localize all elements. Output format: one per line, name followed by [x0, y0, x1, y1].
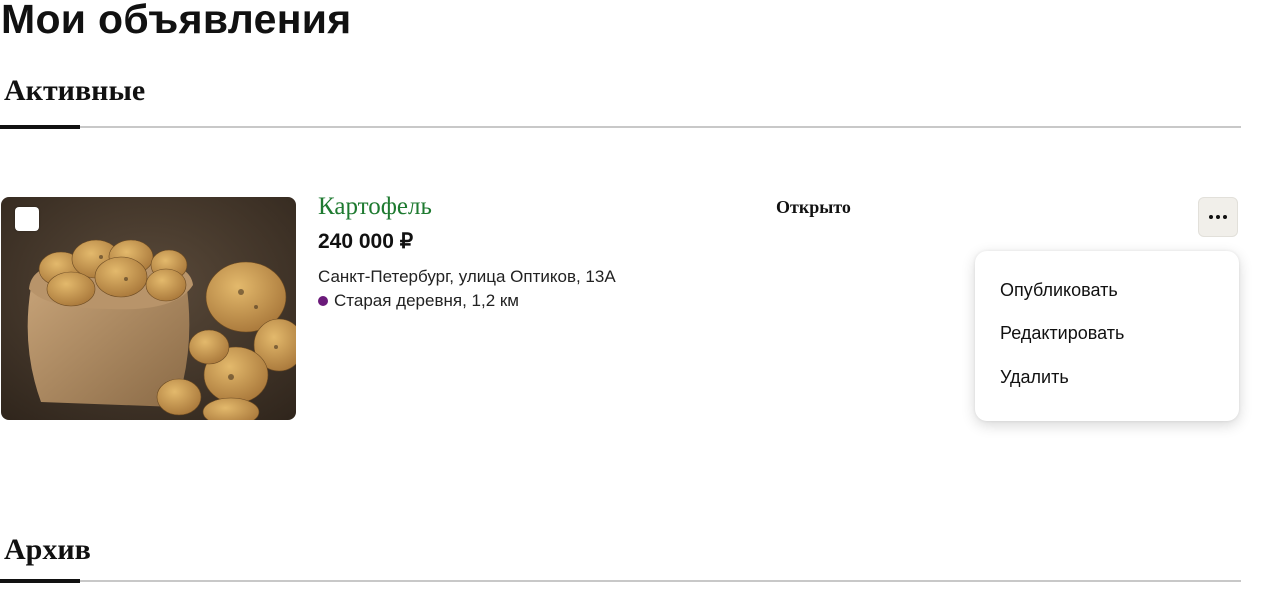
archive-tab-indicator: [0, 579, 80, 583]
menu-item-publish[interactable]: Опубликовать: [1000, 280, 1118, 301]
listing-price: 240 000 ₽: [318, 230, 414, 253]
listing-status: Открыто: [776, 197, 851, 217]
active-tab-indicator: [0, 125, 80, 129]
more-dots-icon-dot-3: [1223, 215, 1227, 219]
metro-station-text: Старая деревня, 1,2 км: [334, 291, 519, 310]
listing-metro: Старая деревня, 1,2 км: [318, 291, 519, 311]
more-actions-button[interactable]: [1198, 197, 1238, 237]
section-title-archive[interactable]: Архив: [4, 533, 91, 567]
listing-address: Санкт-Петербург, улица Оптиков, 13А: [318, 267, 616, 286]
listing-title[interactable]: Картофель: [318, 193, 432, 221]
listing-select-checkbox[interactable]: [15, 207, 39, 231]
more-dots-icon: [1209, 215, 1213, 219]
metro-line-icon: [318, 296, 328, 306]
section-title-active[interactable]: Активные: [4, 74, 145, 108]
section-divider-archive: [0, 579, 1241, 583]
menu-item-delete[interactable]: Удалить: [1000, 367, 1069, 388]
potato-sack-photo: [1, 197, 296, 420]
menu-item-edit[interactable]: Редактировать: [1000, 323, 1124, 344]
listing-photo[interactable]: [1, 197, 296, 420]
actions-dropdown-menu: Опубликовать Редактировать Удалить: [975, 251, 1239, 421]
page-title: Мои объявления: [1, 0, 352, 42]
more-dots-icon-dot-2: [1216, 215, 1220, 219]
section-divider-active: [0, 125, 1241, 129]
